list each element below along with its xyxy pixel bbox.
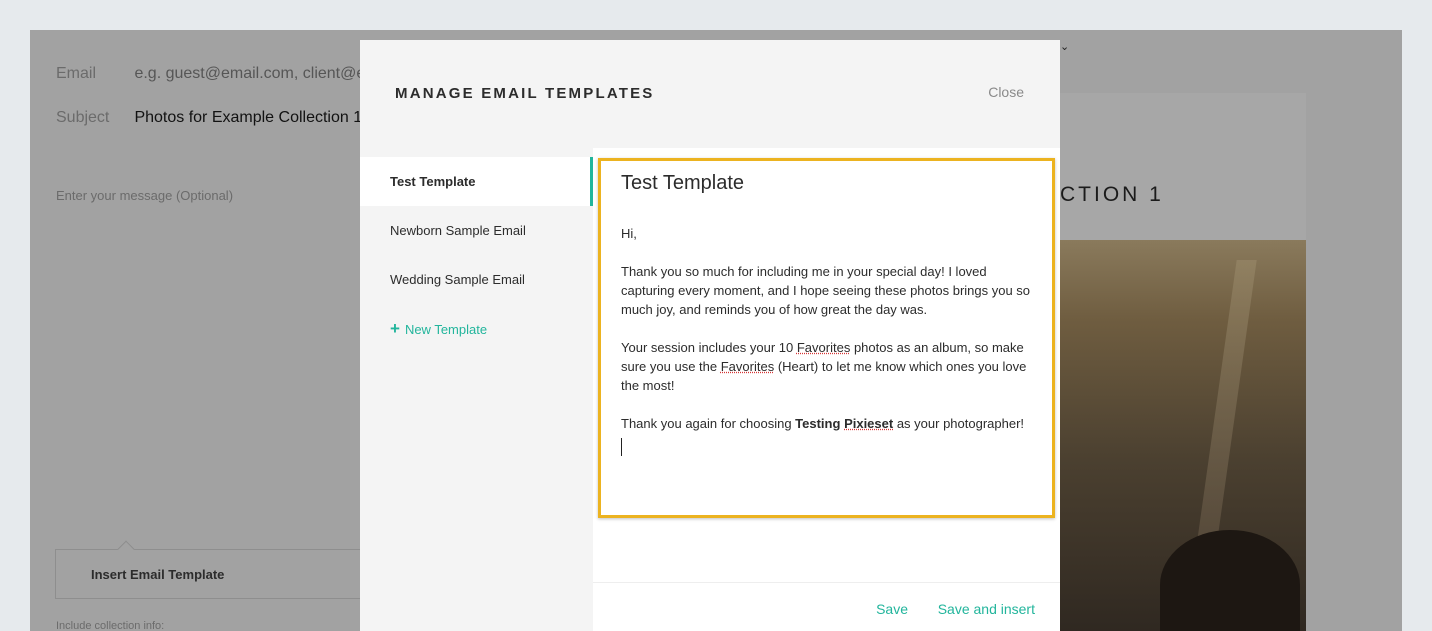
- subject-field[interactable]: Photos for Example Collection 1 a: [134, 109, 375, 126]
- modal-header: MANAGE EMAIL TEMPLATES Close: [360, 40, 1060, 148]
- editor-greeting: Hi,: [621, 226, 637, 241]
- editor-paragraph-3: Thank you again for choosing Testing Pix…: [621, 414, 1041, 433]
- editor-title: Test Template: [621, 172, 745, 194]
- editor-paragraph-2: Your session includes your 10 Favorites …: [621, 338, 1041, 395]
- chevron-down-icon[interactable]: ⌄: [1060, 40, 1069, 53]
- insert-template-label: Insert Email Template: [91, 567, 225, 582]
- text-cursor: [621, 438, 622, 456]
- template-sidebar: Test Template Newborn Sample Email Weddi…: [360, 148, 593, 631]
- subject-row: Subject Photos for Example Collection 1 …: [56, 109, 375, 127]
- modal-title: MANAGE EMAIL TEMPLATES: [395, 85, 655, 102]
- email-label: Email: [56, 65, 97, 82]
- p3-text-d: as your photographer!: [893, 416, 1025, 431]
- subject-label: Subject: [56, 109, 110, 126]
- photo-tree: [1160, 530, 1300, 631]
- save-button[interactable]: Save: [876, 601, 908, 617]
- p3-studio-testing: Testing: [795, 416, 841, 431]
- plus-icon: +: [390, 319, 400, 338]
- email-field[interactable]: e.g. guest@email.com, client@em: [134, 65, 378, 82]
- insert-template-button[interactable]: Insert Email Template: [55, 540, 365, 599]
- manage-templates-modal: MANAGE EMAIL TEMPLATES Close Test Templa…: [360, 40, 1060, 631]
- p2-favorites-2: Favorites: [720, 359, 775, 374]
- template-content: Test Template Hi, Thank you so much for …: [593, 148, 1060, 631]
- p3-text-a: Thank you again for choosing: [621, 416, 796, 431]
- close-button[interactable]: Close: [988, 84, 1024, 100]
- editor-paragraph-1: Thank you so much for including me in yo…: [621, 264, 1031, 317]
- editor-body[interactable]: Hi, Thank you so much for including me i…: [621, 224, 1041, 456]
- p3-studio-pixieset: Pixieset: [844, 416, 894, 431]
- caret-up-icon: [117, 540, 135, 558]
- modal-footer: Save Save and insert: [593, 582, 1060, 631]
- new-template-button[interactable]: + New Template: [360, 304, 593, 353]
- save-and-insert-button[interactable]: Save and insert: [938, 601, 1035, 617]
- p2-favorites-1: Favorites: [796, 340, 851, 355]
- template-item-test[interactable]: Test Template: [360, 157, 593, 206]
- template-item-newborn[interactable]: Newborn Sample Email: [360, 206, 593, 255]
- email-row: Email e.g. guest@email.com, client@em: [56, 65, 379, 83]
- template-item-wedding[interactable]: Wedding Sample Email: [360, 255, 593, 304]
- preview-title: CTION 1: [1060, 183, 1164, 206]
- new-template-label: New Template: [404, 322, 488, 337]
- p2-text-a: Your session includes your 10: [621, 340, 797, 355]
- include-info-label: Include collection info:: [56, 620, 165, 631]
- template-editor[interactable]: Test Template Hi, Thank you so much for …: [598, 158, 1055, 518]
- email-preview: CTION 1: [1060, 93, 1306, 631]
- preview-cover-photo: [1060, 240, 1306, 631]
- message-field[interactable]: Enter your message (Optional): [56, 188, 233, 203]
